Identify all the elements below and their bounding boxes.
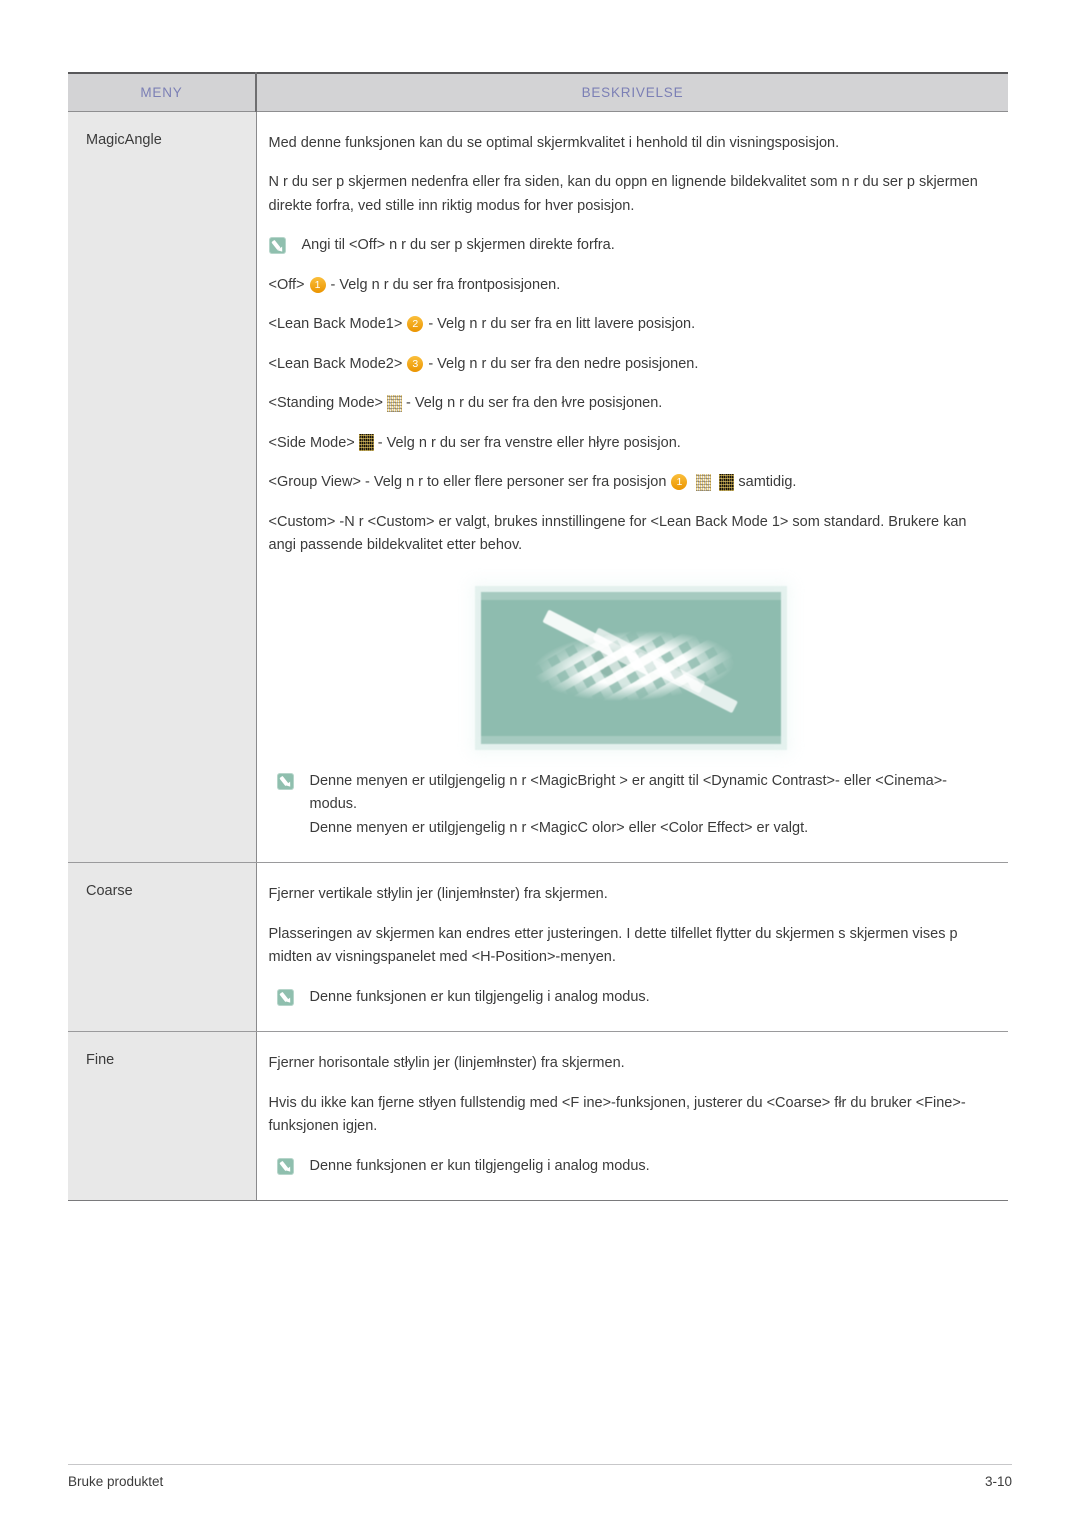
badge-number-1-icon: 1 (671, 474, 688, 491)
table-row: Fine Fjerner horisontale stłylin jer (li… (68, 1031, 1008, 1202)
note-text: Denne funksjonen er kun tilgjengelig i a… (309, 1157, 650, 1174)
mode-line-lean-back-mode1: <Lean Back Mode1> 2 - Velg n r du ser fr… (269, 313, 995, 336)
document-page: MENY BESKRIVELSE MagicAngle Med denne fu… (0, 0, 1080, 1527)
footer-section-label: Bruke produktet (68, 1474, 164, 1489)
memo-pencil-icon (276, 988, 294, 1006)
memo-pencil-icon (276, 1157, 294, 1175)
note-line: Denne menyen er utilgjengelig n r <Magic… (309, 819, 809, 836)
note-text-block: Denne menyen er utilgjengelig n r <Magic… (310, 770, 995, 840)
badge-number-5-icon (358, 434, 374, 452)
mode-description: - Velg n r du ser fra venstre eller hłyr… (377, 434, 681, 451)
mode-line-lean-back-mode2: <Lean Back Mode2> 3 - Velg n r du ser fr… (269, 353, 995, 376)
badge-number-2-icon: 2 (407, 316, 424, 333)
mode-description: - Velg n r du ser fra den łvre posisjone… (405, 395, 663, 412)
coarse-paragraph-2: Plasseringen av skjermen kan endres ette… (268, 925, 958, 966)
magicangle-figure-container (269, 591, 995, 744)
badge-number-4-icon (696, 473, 712, 491)
footer-divider (68, 1464, 1012, 1465)
column-header-menu: MENY (68, 72, 257, 112)
menu-label-fine: Fine (68, 1031, 257, 1202)
figure-sheen (520, 610, 748, 723)
mode-line-standing-mode: <Standing Mode> - Velg n r du ser fra de… (269, 392, 995, 415)
description-cell-coarse: Fjerner vertikale stłylin jer (linjemłns… (256, 862, 1008, 1033)
badge-number-3-icon: 3 (407, 355, 424, 372)
note-text: Angi til <Off> n r du ser p skjermen dir… (301, 237, 615, 254)
mode-line-side-mode: <Side Mode> - Velg n r du ser fra venstr… (269, 432, 995, 455)
mode-label: <Off> (268, 276, 305, 293)
fine-paragraph-1: Fjerner horisontale stłylin jer (linjemł… (268, 1055, 625, 1072)
figure-band-top (481, 591, 782, 600)
badge-number-5-icon (719, 473, 735, 491)
magicangle-custom-paragraph: <Custom> -N r <Custom> er valgt, brukes … (268, 513, 967, 554)
mode-label: <Side Mode> (268, 434, 355, 451)
table-row: Coarse Fjerner vertikale stłylin jer (li… (68, 862, 1008, 1033)
table-header-row: MENY BESKRIVELSE (68, 72, 1008, 112)
note-angi-til-off: Angi til <Off> n r du ser p skjermen dir… (268, 234, 995, 257)
menu-label-coarse: Coarse (68, 862, 257, 1033)
fine-paragraph-2: Hvis du ikke kan fjerne stłyen fullstend… (268, 1094, 966, 1135)
magicangle-intro2-paragraph: N r du ser p skjermen nedenfra eller fra… (268, 174, 978, 214)
badge-number-1-icon: 1 (309, 276, 326, 293)
figure-band-bottom (481, 735, 782, 744)
mode-label: <Lean Back Mode2> (268, 355, 403, 372)
note-magicangle-restrictions: Denne menyen er utilgjengelig n r <Magic… (276, 770, 995, 840)
group-view-prefix: <Group View> - Velg n r to eller flere p… (268, 474, 667, 491)
mode-label: <Lean Back Mode1> (268, 316, 403, 333)
coarse-paragraph-1: Fjerner vertikale stłylin jer (linjemłns… (268, 886, 608, 903)
magicangle-illustration-image (481, 591, 782, 744)
note-text: Denne funksjonen er kun tilgjengelig i a… (309, 988, 650, 1005)
mode-label: <Standing Mode> (268, 395, 383, 412)
mode-description: - Velg n r du ser fra den nedre posisjon… (428, 355, 699, 372)
mode-description: - Velg n r du ser fra frontposisjonen. (330, 276, 561, 293)
description-cell-fine: Fjerner horisontale stłylin jer (linjemł… (256, 1031, 1008, 1202)
mode-description: - Velg n r du ser fra en litt lavere pos… (428, 316, 696, 333)
memo-pencil-icon (268, 237, 286, 255)
badge-number-4-icon (386, 394, 402, 412)
footer-page-number: 3-10 (984, 1474, 1012, 1489)
menu-label-magicangle: MagicAngle (68, 111, 257, 864)
specification-table: MENY BESKRIVELSE MagicAngle Med denne fu… (68, 72, 1008, 1202)
description-cell-magicangle: Med denne funksjonen kan du se optimal s… (256, 111, 1008, 864)
magicangle-intro-paragraph: Med denne funksjonen kan du se optimal s… (268, 135, 840, 151)
memo-pencil-icon (276, 772, 294, 790)
table-row: MagicAngle Med denne funksjonen kan du s… (68, 111, 1008, 864)
note-coarse-analog-only: Denne funksjonen er kun tilgjengelig i a… (276, 986, 995, 1009)
group-view-suffix: samtidig. (738, 474, 797, 491)
column-header-description: BESKRIVELSE (256, 72, 1008, 112)
mode-line-off: <Off> 1 - Velg n r du ser fra frontposis… (269, 274, 995, 297)
mode-line-group-view: <Group View> - Velg n r to eller flere p… (269, 471, 995, 494)
note-line: Denne menyen er utilgjengelig n r <Magic… (309, 772, 948, 813)
note-fine-analog-only: Denne funksjonen er kun tilgjengelig i a… (276, 1155, 995, 1178)
